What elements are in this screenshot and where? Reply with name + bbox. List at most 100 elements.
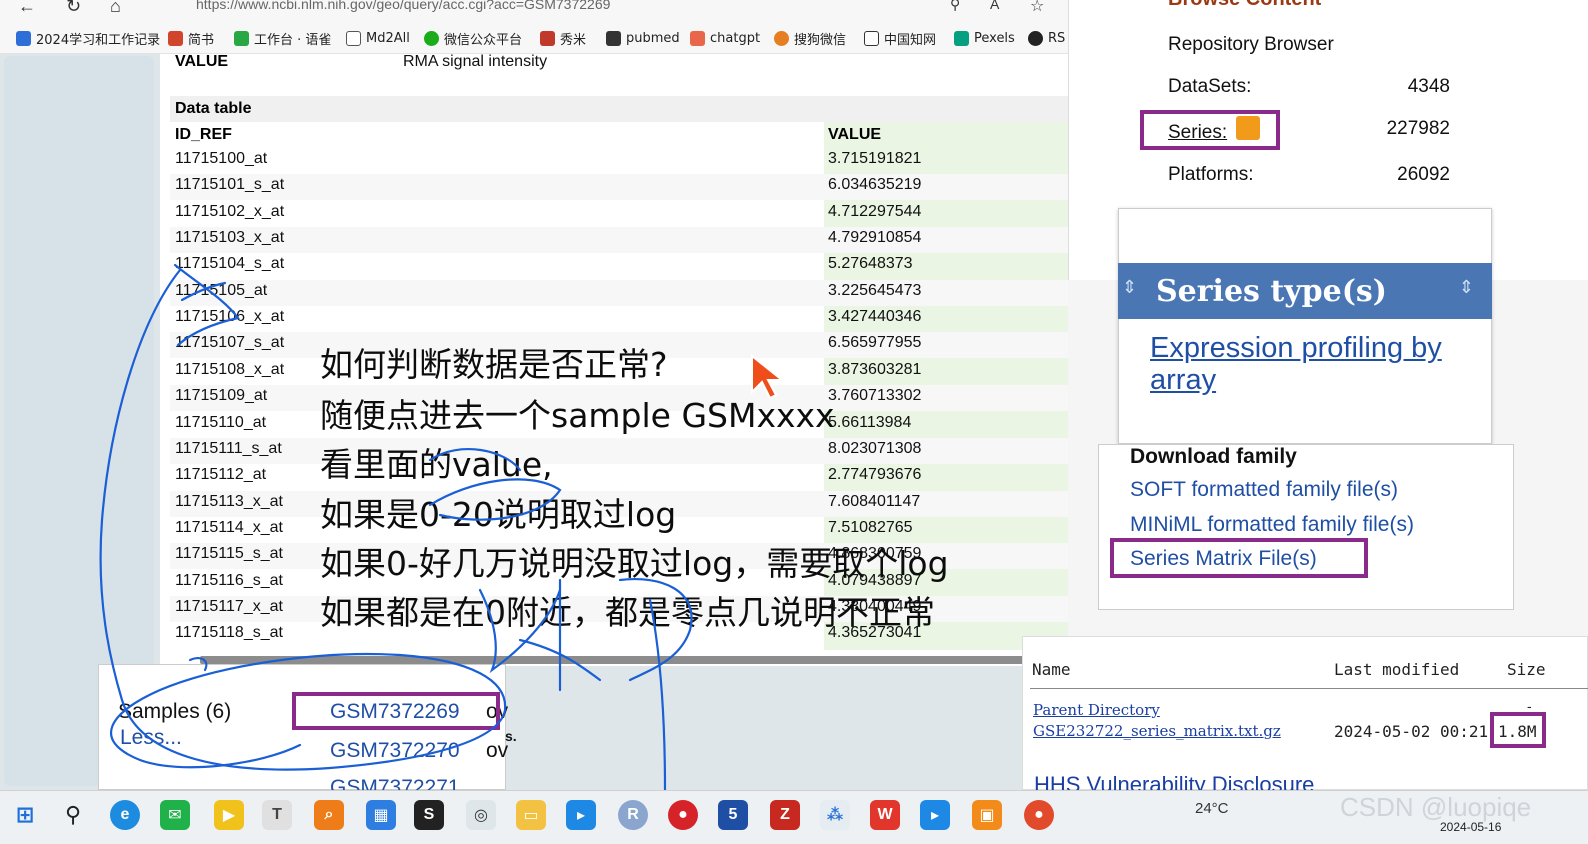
filezilla-icon[interactable]: Z — [770, 800, 800, 830]
app-icon[interactable]: ▸ — [566, 800, 596, 830]
table-cell-id: 11715106_x_at — [175, 308, 285, 325]
refresh-icon[interactable]: ↻ — [66, 0, 81, 17]
bookmark-label: 秀米 — [560, 32, 587, 48]
app-red-icon[interactable]: ● — [668, 800, 698, 830]
sample-link[interactable]: GSM7372270 — [330, 739, 460, 763]
bookmark-icon — [864, 30, 879, 46]
bookmark-icon — [346, 30, 361, 46]
wps-icon[interactable]: W — [870, 800, 900, 830]
bookmark-label: pubmed — [626, 30, 680, 46]
note-line: 如果都是在0附近，都是零点几说明不正常 — [320, 593, 935, 632]
bookmark-icon — [168, 30, 183, 46]
bookmark-label: Md2All — [366, 30, 410, 46]
file-modified: 2024-05-02 00:21 — [1334, 722, 1489, 741]
table-cell-id: 11715116_s_at — [175, 572, 283, 589]
bookmark-item[interactable]: 秀米 — [540, 29, 587, 48]
table-row-stripe — [170, 174, 1068, 200]
wechat-icon[interactable]: ✉ — [160, 800, 190, 830]
bookmark-item[interactable]: Md2All — [346, 29, 410, 47]
bookmark-item[interactable]: 中国知网 — [864, 29, 936, 48]
url-field[interactable]: https://www.ncbi.nlm.nih.gov/geo/query/a… — [196, 0, 610, 12]
bookmark-icon — [424, 30, 439, 46]
note-line: 看里面的value, — [320, 445, 553, 484]
browse-title: Browse Content — [1168, 0, 1321, 11]
stat-label-platforms: Platforms: — [1168, 164, 1254, 185]
bookmark-item[interactable]: pubmed — [606, 29, 680, 47]
highlight-box — [292, 692, 500, 730]
bookmark-item[interactable]: 工作台 · 语雀 — [234, 29, 332, 48]
app-red2-icon[interactable]: ● — [1024, 800, 1054, 830]
store-icon[interactable]: ▦ — [366, 800, 396, 830]
back-icon[interactable]: ← — [18, 0, 36, 17]
sort-icon[interactable]: ⇕ — [1122, 277, 1137, 298]
table-cell-value: 6.034635219 — [828, 176, 922, 193]
table-row-stripe — [170, 438, 1068, 464]
bookmark-label: chatgpt — [710, 30, 761, 46]
stat-value-platforms: 26092 — [1397, 164, 1450, 185]
table-cell-value: 3.427440346 — [828, 308, 922, 325]
bookmark-item[interactable]: RS — [1028, 29, 1065, 47]
bookmark-item[interactable]: 简书 — [168, 29, 214, 48]
read-aloud-icon[interactable]: A — [990, 0, 999, 12]
bookmark-label: 搜狗微信 — [794, 32, 847, 48]
sort-icon[interactable]: ⇕ — [1459, 277, 1474, 298]
series-type-link[interactable]: Expression profiling by array — [1150, 332, 1470, 396]
bookmark-icon — [690, 30, 705, 46]
less-toggle[interactable]: Less... — [120, 726, 182, 750]
folder-icon[interactable]: ▭ — [516, 800, 546, 830]
series-type-panel — [1118, 208, 1492, 444]
stat-value-datasets: 4348 — [1407, 76, 1450, 97]
sample-link[interactable]: GSM7372271 — [330, 776, 460, 790]
bookmark-icon — [540, 30, 555, 46]
search-tool-icon[interactable]: ⌕ — [314, 800, 344, 830]
app-blue-icon[interactable]: 5 — [718, 800, 748, 830]
bookmark-icon — [774, 30, 789, 46]
miniml-file-link[interactable]: MINiML formatted family file(s) — [1130, 513, 1414, 537]
app-active-icon[interactable]: ▸ — [920, 800, 950, 830]
player-icon[interactable]: ▶ — [214, 800, 244, 830]
table-cell-value: 5.66113984 — [828, 414, 912, 431]
download-family-title: Download family — [1130, 445, 1297, 468]
value-description: RMA signal intensity — [403, 53, 548, 70]
home-icon[interactable]: ⌂ — [110, 0, 121, 17]
r-icon[interactable]: R — [618, 800, 648, 830]
dir-col-modified[interactable]: Last modified — [1334, 660, 1459, 679]
favorite-icon[interactable]: ☆ — [1030, 0, 1044, 16]
dir-col-name[interactable]: Name — [1032, 660, 1071, 679]
table-cell-value: 7.51082765 — [828, 519, 913, 536]
series-matrix-file-link[interactable]: GSE232722_series_matrix.txt.gz — [1033, 722, 1281, 740]
bookmark-item[interactable]: Pexels — [954, 29, 1015, 47]
bookmark-label: 工作台 · 语雀 — [254, 32, 332, 48]
cursor-icon — [751, 353, 785, 400]
bookmark-item[interactable]: chatgpt — [690, 29, 760, 47]
bookmark-label: 2024学习和工作记录 — [36, 32, 161, 48]
weather-temp[interactable]: 24°C — [1195, 800, 1229, 817]
app-orange-icon[interactable]: ▣ — [972, 800, 1002, 830]
network-icon[interactable]: ⁂ — [820, 800, 850, 830]
bookmark-item[interactable]: 搜狗微信 — [774, 29, 847, 48]
parent-directory-link[interactable]: Parent Directory — [1033, 701, 1160, 719]
table-cell-value: 3.225645473 — [828, 282, 922, 299]
stat-value-series: 227982 — [1386, 118, 1450, 139]
search-icon[interactable]: ⚲ — [950, 0, 960, 13]
bookmark-item[interactable]: 微信公众平台 — [424, 29, 522, 48]
typora-icon[interactable]: T — [262, 800, 292, 830]
windows-start-icon[interactable]: ⊞ — [10, 800, 40, 830]
series-type-header: Series type(s) — [1156, 274, 1388, 309]
chat-icon[interactable]: ◎ — [466, 800, 496, 830]
edge-icon[interactable]: e — [110, 800, 140, 830]
dir-col-size[interactable]: Size — [1507, 660, 1546, 679]
soft-file-link[interactable]: SOFT formatted family file(s) — [1130, 478, 1398, 502]
bookmark-item[interactable]: 2024学习和工作记录 — [16, 29, 161, 48]
sublime-icon[interactable]: S — [414, 800, 444, 830]
fragment-text: s. — [505, 728, 517, 744]
table-cell-value: 8.023071308 — [828, 440, 922, 457]
table-cell-id: 11715114_x_at — [175, 519, 283, 536]
samples-label: Samples (6) — [118, 700, 232, 723]
highlight-box — [1140, 110, 1280, 150]
table-cell-value: 5.27648373 — [828, 255, 913, 272]
column-header-value: VALUE — [828, 126, 882, 143]
search-icon[interactable]: ⚲ — [58, 800, 88, 830]
table-cell-id: 11715105_at — [175, 282, 268, 299]
note-line: 如果是0-20说明取过log — [320, 495, 677, 534]
